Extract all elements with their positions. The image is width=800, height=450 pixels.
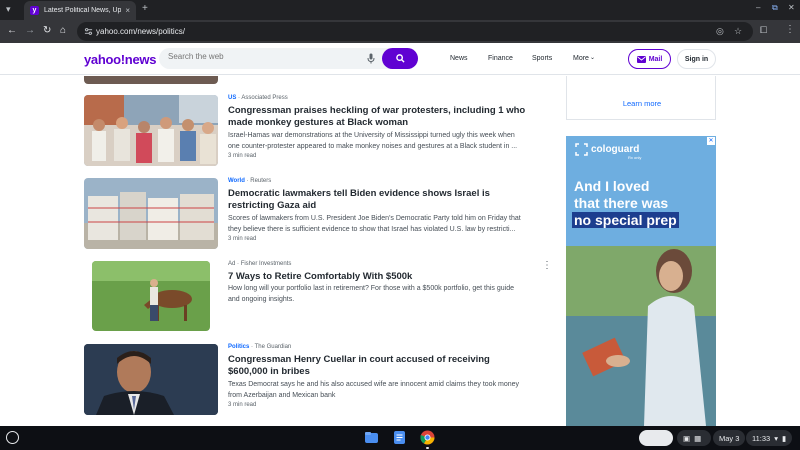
site-info-icon[interactable]: [84, 27, 93, 36]
search-input[interactable]: [168, 52, 358, 61]
ad-brand-sub: Rx only: [628, 155, 642, 160]
previous-article-thumbnail[interactable]: [84, 76, 218, 84]
ad-summary: How long will your portfolio last in ret…: [228, 285, 514, 303]
active-app-indicator: [426, 447, 429, 449]
search-icon: [395, 54, 405, 63]
article-summary: Israel-Hamas war demonstrations at the U…: [228, 132, 518, 150]
news-feed: US · Associated Press Congressman praise…: [0, 76, 800, 426]
aid-pallets-image: [84, 178, 218, 249]
tab-search-icon[interactable]: ▾: [6, 4, 11, 15]
protest-crowd-image: [84, 95, 218, 166]
mail-icon: [636, 55, 646, 63]
browser-toolbar: ← → ↻ ⌂ yahoo.com/news/politics/ ◎ ☆ ⧠ ⋮: [0, 20, 800, 43]
article-headline[interactable]: Congressman Henry Cuellar in court accus…: [228, 354, 528, 378]
docs-app-icon[interactable]: [392, 430, 407, 445]
time-text: 11:33: [752, 433, 771, 443]
article-meta: US · Associated Press: [228, 95, 288, 101]
wifi-icon: ▾: [774, 433, 778, 443]
tab-title: Latest Political News, Update: [44, 7, 122, 14]
article-thumbnail[interactable]: [84, 95, 218, 166]
search-box: [159, 48, 418, 69]
eye-off-icon[interactable]: ◎: [716, 26, 724, 37]
files-app-icon[interactable]: [364, 430, 379, 445]
chrome-app-icon[interactable]: [420, 430, 435, 445]
article-category[interactable]: Politics: [228, 344, 249, 350]
mail-button[interactable]: Mail: [628, 49, 671, 69]
date-text: May 3: [719, 433, 740, 443]
system-tray[interactable]: 11:33 ▾ ▮: [746, 430, 793, 446]
nav-finance[interactable]: Finance: [488, 55, 513, 62]
restore-icon[interactable]: ⧉: [772, 3, 778, 13]
mail-label: Mail: [648, 55, 663, 63]
learn-more-link[interactable]: Learn more: [567, 99, 717, 108]
url-text: yahoo.com/news/politics/: [96, 27, 185, 36]
article-category[interactable]: US: [228, 95, 236, 101]
keyboard-icon: ▦: [694, 433, 702, 443]
ad-options-icon[interactable]: ⋮: [542, 261, 552, 271]
article-source: Associated Press: [241, 95, 288, 101]
sidebar-card: Learn more: [566, 76, 716, 120]
window-close-icon[interactable]: ✕: [788, 3, 795, 12]
search-button[interactable]: [382, 48, 418, 69]
article-headline[interactable]: Democratic lawmakers tell Biden evidence…: [228, 188, 528, 212]
browser-tab-strip: ▾ y Latest Political News, Update × + – …: [0, 0, 800, 20]
quick-tools-pill[interactable]: ▣ ▦: [677, 430, 711, 446]
ad-meta: Ad · Fisher Investments: [228, 261, 292, 267]
battery-icon: ▮: [781, 433, 787, 443]
article-summary: Texas Democrat says he and his also accu…: [228, 381, 520, 399]
yahoo-favicon-icon: y: [30, 6, 39, 15]
congressman-portrait-image: [84, 344, 218, 415]
article-read-time: 3 min read: [228, 236, 257, 242]
article-source: The Guardian: [254, 344, 292, 350]
nav-sports[interactable]: Sports: [532, 55, 552, 62]
date-pill[interactable]: May 3: [713, 430, 746, 446]
ad-headline[interactable]: 7 Ways to Retire Comfortably With $500k: [228, 271, 528, 283]
reload-icon[interactable]: ↻: [43, 25, 51, 36]
article-thumbnail[interactable]: [84, 178, 218, 249]
screen-capture-icon: ▣: [683, 433, 691, 443]
chevron-down-icon[interactable]: ⌄: [590, 54, 595, 61]
cologuard-ad-banner[interactable]: ✕ cologuard Rx only And I loved that the…: [566, 136, 716, 426]
cologuard-logo-icon: [575, 143, 588, 156]
menu-kebab-icon[interactable]: ⋮: [785, 24, 795, 35]
article-thumbnail[interactable]: [84, 344, 218, 415]
article-meta: World · Reuters: [228, 178, 272, 184]
browser-tab[interactable]: y Latest Political News, Update ×: [24, 1, 136, 20]
ad-headline-highlight: no special prep: [572, 212, 679, 228]
nav-news[interactable]: News: [450, 55, 468, 62]
article-read-time: 3 min read: [228, 402, 257, 408]
article-source: Reuters: [250, 178, 272, 184]
ad-thumbnail[interactable]: [92, 261, 210, 331]
bookmark-star-icon[interactable]: ☆: [734, 26, 742, 37]
article-headline[interactable]: Congressman praises heckling of war prot…: [228, 105, 528, 129]
minimize-icon[interactable]: –: [756, 3, 760, 12]
ad-headline-line: And I loved: [574, 178, 650, 194]
ad-brand-name: cologuard: [591, 144, 640, 155]
launcher-icon[interactable]: [6, 431, 19, 444]
home-icon[interactable]: ⌂: [60, 25, 66, 36]
forward-icon[interactable]: →: [25, 25, 35, 36]
system-shelf: ▣ ▦ May 3 11:33 ▾ ▮: [0, 426, 800, 450]
microphone-icon[interactable]: [367, 53, 375, 64]
ad-close-icon[interactable]: ✕: [707, 137, 715, 145]
yahoo-header: yahoo!news News Finance Sports More ⌄ Ma…: [0, 43, 800, 75]
yahoo-news-logo[interactable]: yahoo!news: [84, 52, 156, 67]
horse-field-image: [92, 261, 210, 331]
extensions-icon[interactable]: ⧠: [760, 25, 767, 36]
ad-sponsor: Fisher Investments: [240, 261, 292, 267]
sign-in-button[interactable]: Sign in: [677, 49, 716, 69]
tote-pill[interactable]: [639, 430, 673, 446]
tab-close-icon[interactable]: ×: [125, 6, 130, 15]
nav-more[interactable]: More: [573, 55, 589, 62]
new-tab-button[interactable]: +: [142, 3, 148, 14]
ad-label: Ad: [228, 261, 236, 267]
ad-headline-line: that there was: [574, 195, 669, 211]
article-category[interactable]: World: [228, 178, 245, 184]
article-meta: Politics · The Guardian: [228, 344, 292, 350]
address-bar[interactable]: yahoo.com/news/politics/ ◎ ☆: [77, 22, 753, 41]
article-read-time: 3 min read: [228, 153, 257, 159]
article-summary: Scores of lawmakers from U.S. President …: [228, 215, 521, 233]
back-icon[interactable]: ←: [7, 25, 17, 36]
